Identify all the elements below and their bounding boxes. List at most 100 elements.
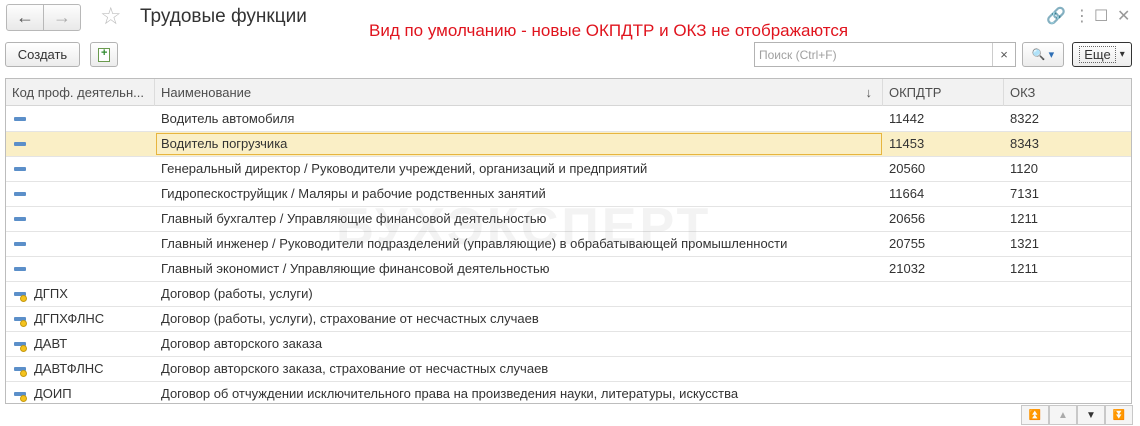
group-icon (14, 117, 26, 121)
cell-okpdtr (883, 332, 1004, 356)
group-icon (14, 242, 26, 246)
group-icon (14, 167, 26, 171)
column-header-code[interactable]: Код проф. деятельн... (6, 79, 155, 106)
cell-okpdtr (883, 307, 1004, 331)
cell-code (6, 232, 155, 256)
scroll-last-icon: ⏬ (1112, 409, 1126, 421)
notice-text: Вид по умолчанию - новые ОКПДТР и ОКЗ не… (369, 21, 849, 40)
cell-code: ДГПХФЛНС (6, 307, 155, 331)
link-icon[interactable]: 🔗 (1046, 7, 1066, 27)
item-icon (14, 340, 28, 352)
more-vertical-icon[interactable]: ⋮ (1074, 7, 1090, 27)
search-field: × (754, 42, 1016, 67)
column-header-okpdtr[interactable]: ОКПДТР (883, 79, 1004, 106)
table-row[interactable]: Главный инженер / Руководители подраздел… (6, 232, 1131, 257)
cell-name: Договор (работы, услуги), страхование от… (161, 311, 539, 326)
cell-okpdtr: 20560 (889, 161, 926, 176)
clear-icon[interactable]: × (992, 43, 1015, 66)
cell-okpdtr: 11664 (889, 186, 925, 201)
table-row[interactable]: Водитель погрузчика 11453 8343 (6, 132, 1131, 157)
cell-okz: 8322 (1010, 111, 1039, 126)
table-row[interactable]: ДАВТФЛНС Договор авторского заказа, страх… (6, 357, 1131, 382)
search-icon: 🔍 ▾ (1031, 49, 1055, 61)
code-text: ДГПХФЛНС (34, 311, 105, 326)
cell-okpdtr: 11442 (889, 111, 925, 126)
cell-okz: 1120 (1010, 161, 1038, 176)
table-row[interactable]: Гидропескоструйщик / Маляры и рабочие ро… (6, 182, 1131, 207)
cell-okz (1004, 332, 1131, 356)
table-row[interactable]: ДГПХ Договор (работы, услуги) (6, 282, 1131, 307)
cell-name: Водитель автомобиля (161, 111, 295, 126)
scroll-last-button[interactable]: ⏬ (1105, 405, 1133, 425)
cell-name: Главный инженер / Руководители подраздел… (161, 236, 788, 251)
cell-code: ДАВТФЛНС (6, 357, 155, 381)
table-header: Код проф. деятельн... Наименование ↓ ОКП… (6, 79, 1131, 106)
group-icon (14, 142, 26, 146)
cell-name: Договор (работы, услуги) (161, 286, 313, 301)
cell-okz: 8343 (1010, 136, 1039, 151)
table-row[interactable]: Водитель автомобиля 11442 8322 (6, 107, 1131, 132)
add-copy-button[interactable] (90, 42, 118, 67)
scroll-up-button[interactable]: ▲ (1049, 405, 1077, 425)
star-icon[interactable]: ☆ (100, 3, 122, 31)
table-row[interactable]: ДГПХФЛНС Договор (работы, услуги), страхо… (6, 307, 1131, 332)
arrow-left-icon: ← (16, 7, 34, 27)
cell-code: ДОИП (6, 382, 155, 403)
code-text: ДАВТ (34, 336, 68, 351)
cell-okpdtr: 20656 (889, 211, 926, 226)
cell-code (6, 182, 155, 206)
search-input[interactable] (755, 43, 989, 66)
cell-okpdtr: 11453 (889, 136, 925, 151)
scroll-down-icon: ▼ (1086, 409, 1096, 421)
cell-okz: 1211 (1010, 261, 1038, 276)
cell-okz: 1211 (1010, 211, 1038, 226)
item-icon (14, 365, 28, 377)
cell-name: Договор авторского заказа (161, 336, 323, 351)
table-row[interactable]: ДОИП Договор об отчуждении исключительног… (6, 382, 1131, 403)
back-button[interactable]: ← (6, 4, 44, 31)
cell-name: Главный экономист / Управляющие финансов… (161, 261, 550, 276)
forward-button[interactable]: → (43, 4, 81, 31)
close-icon[interactable]: ✕ (1117, 7, 1130, 27)
cell-code (6, 107, 155, 131)
cell-okpdtr (883, 357, 1004, 381)
table-row[interactable]: Главный бухгалтер / Управляющие финансов… (6, 207, 1131, 232)
title-bar: ← → ☆ Трудовые функции Вид по умолчанию … (0, 0, 1140, 40)
cell-okpdtr: 21032 (889, 261, 926, 276)
scroll-down-button[interactable]: ▼ (1077, 405, 1105, 425)
maximize-icon[interactable]: ☐ (1094, 7, 1108, 27)
group-icon (14, 217, 26, 221)
code-text: ДГПХ (34, 286, 68, 301)
group-icon (14, 267, 26, 271)
table-row[interactable]: ДАВТ Договор авторского заказа (6, 332, 1131, 357)
column-header-okz[interactable]: ОКЗ (1004, 79, 1131, 106)
cell-code: ДАВТ (6, 332, 155, 356)
cell-okz (1004, 382, 1131, 403)
cell-okpdtr: 20755 (889, 236, 926, 251)
cell-name: Главный бухгалтер / Управляющие финансов… (161, 211, 547, 226)
page-title: Трудовые функции (140, 6, 307, 27)
create-button[interactable]: Создать (5, 42, 80, 67)
more-label: Еще (1079, 46, 1116, 63)
sort-descending-icon[interactable]: ↓ (866, 79, 873, 106)
cell-okz (1004, 357, 1131, 381)
search-button[interactable]: 🔍 ▾ (1022, 42, 1064, 67)
table-row[interactable]: Генеральный директор / Руководители учре… (6, 157, 1131, 182)
cell-name: Водитель погрузчика (155, 132, 883, 156)
cell-okpdtr (883, 282, 1004, 306)
arrow-right-icon: → (53, 7, 71, 27)
cell-code: ДГПХ (6, 282, 155, 306)
table-row[interactable]: Главный экономист / Управляющие финансов… (6, 257, 1131, 282)
column-header-name[interactable]: Наименование ↓ (155, 79, 883, 106)
scroll-first-icon: ⏫ (1028, 409, 1042, 421)
code-text: ДАВТФЛНС (34, 361, 104, 376)
group-icon (14, 192, 26, 196)
chevron-down-icon: ▾ (1119, 49, 1125, 60)
cell-code (6, 207, 155, 231)
item-icon (14, 315, 28, 327)
cell-okz: 7131 (1010, 186, 1039, 201)
scroll-first-button[interactable]: ⏫ (1021, 405, 1049, 425)
cell-name: Договор об отчуждении исключительного пр… (161, 386, 739, 401)
scroll-up-icon: ▲ (1058, 409, 1068, 421)
more-button[interactable]: Еще ▾ (1072, 42, 1132, 67)
